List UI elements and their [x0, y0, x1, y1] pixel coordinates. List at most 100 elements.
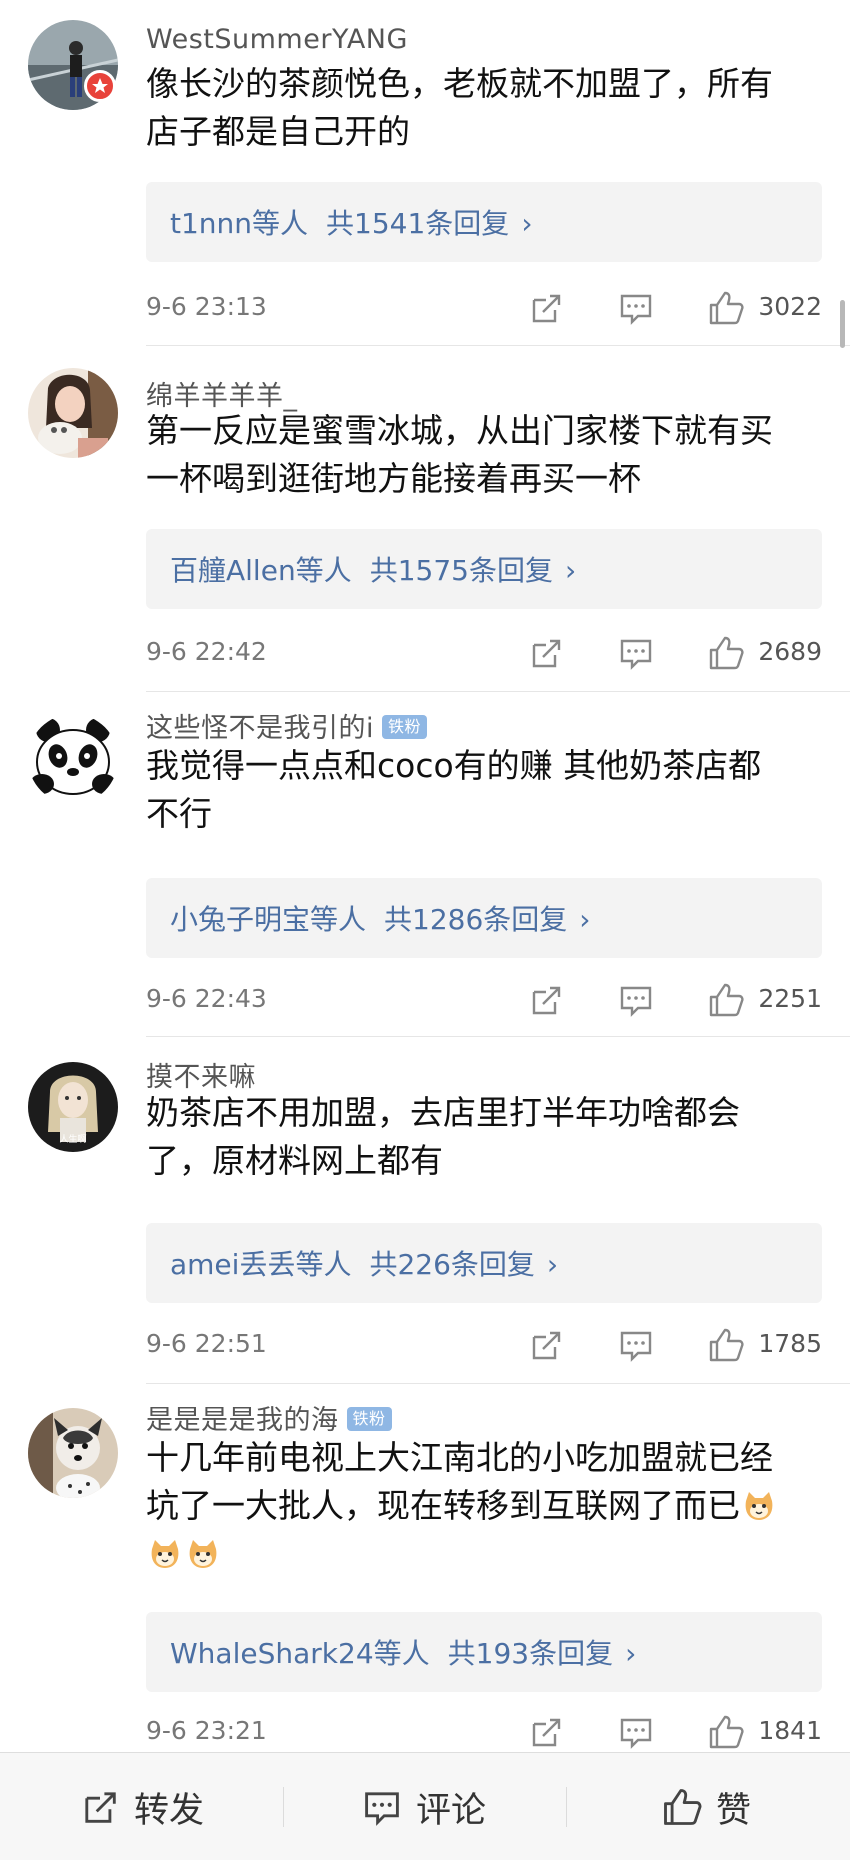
comment-text: 像长沙的茶颜悦色，老板就不加盟了，所有 店子都是自己开的	[146, 64, 773, 151]
comment-bar-button[interactable]: 评论	[360, 1783, 486, 1831]
share-button[interactable]	[526, 1712, 566, 1752]
chevron-right-icon: ›	[521, 207, 533, 240]
woman-with-cat-avatar-icon	[28, 368, 118, 458]
chevron-right-icon: ›	[564, 554, 577, 587]
cat-emoji-icon	[186, 1536, 220, 1570]
reply-count: 共226条回复	[369, 1248, 535, 1281]
comment-meta: 9-6 22:42 2689	[146, 633, 822, 673]
comment-button[interactable]	[616, 633, 656, 673]
like-label: 赞	[716, 1790, 752, 1831]
like-count: 2689	[758, 637, 822, 666]
cat-emoji-icon	[148, 1536, 182, 1570]
reply-summary[interactable]: amei丢丢等人 共226条回复 ›	[146, 1223, 822, 1303]
scrollbar[interactable]	[840, 300, 845, 348]
reply-users: amei丢丢等人	[170, 1248, 352, 1281]
repost-button[interactable]: 转发	[78, 1783, 204, 1831]
reply-summary[interactable]: 小兔子明宝等人 共1286条回复 ›	[146, 878, 822, 958]
like-count: 1841	[758, 1716, 822, 1745]
like-count: 3022	[758, 292, 822, 321]
comment-icon	[620, 1331, 652, 1362]
thumbs-up-icon	[709, 1328, 744, 1362]
reply-summary[interactable]: 百艟Allen等人 共1575条回复 ›	[146, 529, 822, 609]
vip-badge-icon	[92, 78, 108, 93]
thumbs-up-icon	[709, 1715, 744, 1749]
avatar[interactable]: 人生啊	[28, 1062, 118, 1152]
like-count: 1785	[758, 1329, 822, 1358]
reply-users: 小兔子明宝等人	[170, 903, 367, 936]
share-button[interactable]	[526, 980, 566, 1020]
thumbs-up-icon	[709, 291, 744, 325]
vip-badge	[84, 70, 116, 102]
divider	[566, 1787, 567, 1827]
like-bar-button[interactable]: 赞	[660, 1783, 751, 1831]
thumbs-up-icon	[664, 1789, 702, 1825]
comment-meta: 9-6 23:21 1841	[146, 1712, 822, 1752]
comment-text: 我觉得一点点和coco有的赚 其他奶茶店都 不行	[146, 746, 762, 833]
reply-users: 百艟Allen等人	[170, 554, 352, 587]
comment-button[interactable]	[616, 980, 656, 1020]
repost-label: 转发	[134, 1790, 205, 1831]
cat-emoji-icon	[742, 1488, 776, 1522]
comment-icon	[620, 294, 652, 325]
reply-count: 共193条回复	[447, 1637, 614, 1670]
share-icon	[532, 1718, 561, 1747]
share-icon	[532, 294, 561, 323]
username[interactable]: WestSummerYANG	[146, 24, 408, 55]
divider	[146, 345, 850, 346]
like-button[interactable]	[706, 980, 746, 1020]
comment-meta: 9-6 22:43 2251	[146, 980, 822, 1020]
comment-icon	[620, 639, 652, 670]
share-icon	[85, 1792, 116, 1823]
comment-label: 评论	[416, 1790, 487, 1831]
timestamp: 9-6 23:21	[146, 1716, 267, 1745]
timestamp: 9-6 22:51	[146, 1329, 267, 1358]
comment-button[interactable]	[616, 1712, 656, 1752]
reply-count: 共1575条回复	[369, 554, 553, 587]
thumbs-up-icon	[709, 983, 744, 1017]
timestamp: 9-6 23:13	[146, 292, 267, 321]
like-button[interactable]	[706, 633, 746, 673]
share-button[interactable]	[526, 633, 566, 673]
share-button[interactable]	[526, 288, 566, 328]
username[interactable]: 是是是是我的海 铁粉	[146, 1398, 392, 1437]
like-count: 2251	[758, 984, 822, 1013]
panda-avatar-icon	[28, 714, 118, 804]
comment-icon	[620, 986, 652, 1017]
reply-users: t1nnn等人	[170, 207, 309, 240]
comment-text: 奶茶店不用加盟，去店里打半年功啥都会 了，原材料网上都有	[146, 1093, 740, 1180]
reply-users: WhaleShark24等人	[170, 1637, 430, 1670]
share-button[interactable]	[526, 1325, 566, 1365]
share-icon	[532, 1331, 561, 1360]
username[interactable]: 这些怪不是我引的i 铁粉	[146, 706, 428, 745]
like-button[interactable]	[706, 1325, 746, 1365]
like-button[interactable]	[706, 288, 746, 328]
chevron-right-icon: ›	[579, 903, 591, 936]
divider	[283, 1787, 284, 1827]
fan-badge: 铁粉	[346, 1406, 392, 1431]
avatar[interactable]	[28, 714, 118, 804]
avatar[interactable]	[28, 1408, 118, 1498]
divider	[146, 1036, 850, 1037]
timestamp: 9-6 22:42	[146, 637, 267, 666]
chevron-right-icon: ›	[625, 1637, 637, 1670]
reply-summary[interactable]: WhaleShark24等人 共193条回复 ›	[146, 1612, 822, 1692]
reply-count: 共1286条回复	[384, 903, 568, 936]
chevron-right-icon: ›	[546, 1248, 559, 1281]
fan-badge: 铁粉	[382, 714, 428, 739]
divider	[146, 1383, 850, 1384]
comment-button[interactable]	[616, 288, 656, 328]
reply-summary[interactable]: t1nnn等人 共1541条回复 ›	[146, 182, 822, 262]
share-icon	[532, 639, 561, 668]
comment-text: 第一反应是蜜雪冰城，从出门家楼下就有买 一杯喝到逛街地方能接着再买一杯	[146, 411, 773, 498]
share-icon	[532, 986, 561, 1015]
comment-meta: 9-6 22:51 1785	[146, 1325, 822, 1365]
comment-meta: 9-6 23:13 3022	[146, 288, 822, 328]
thumbs-up-icon	[709, 636, 744, 670]
dog-avatar-icon	[28, 1408, 118, 1498]
reply-count: 共1541条回复	[326, 207, 510, 240]
comment-icon	[365, 1792, 399, 1826]
like-button[interactable]	[706, 1712, 746, 1752]
avatar[interactable]	[28, 368, 118, 458]
bottom-action-bar: 转发 评论 赞	[0, 1752, 850, 1860]
comment-button[interactable]	[616, 1325, 656, 1365]
